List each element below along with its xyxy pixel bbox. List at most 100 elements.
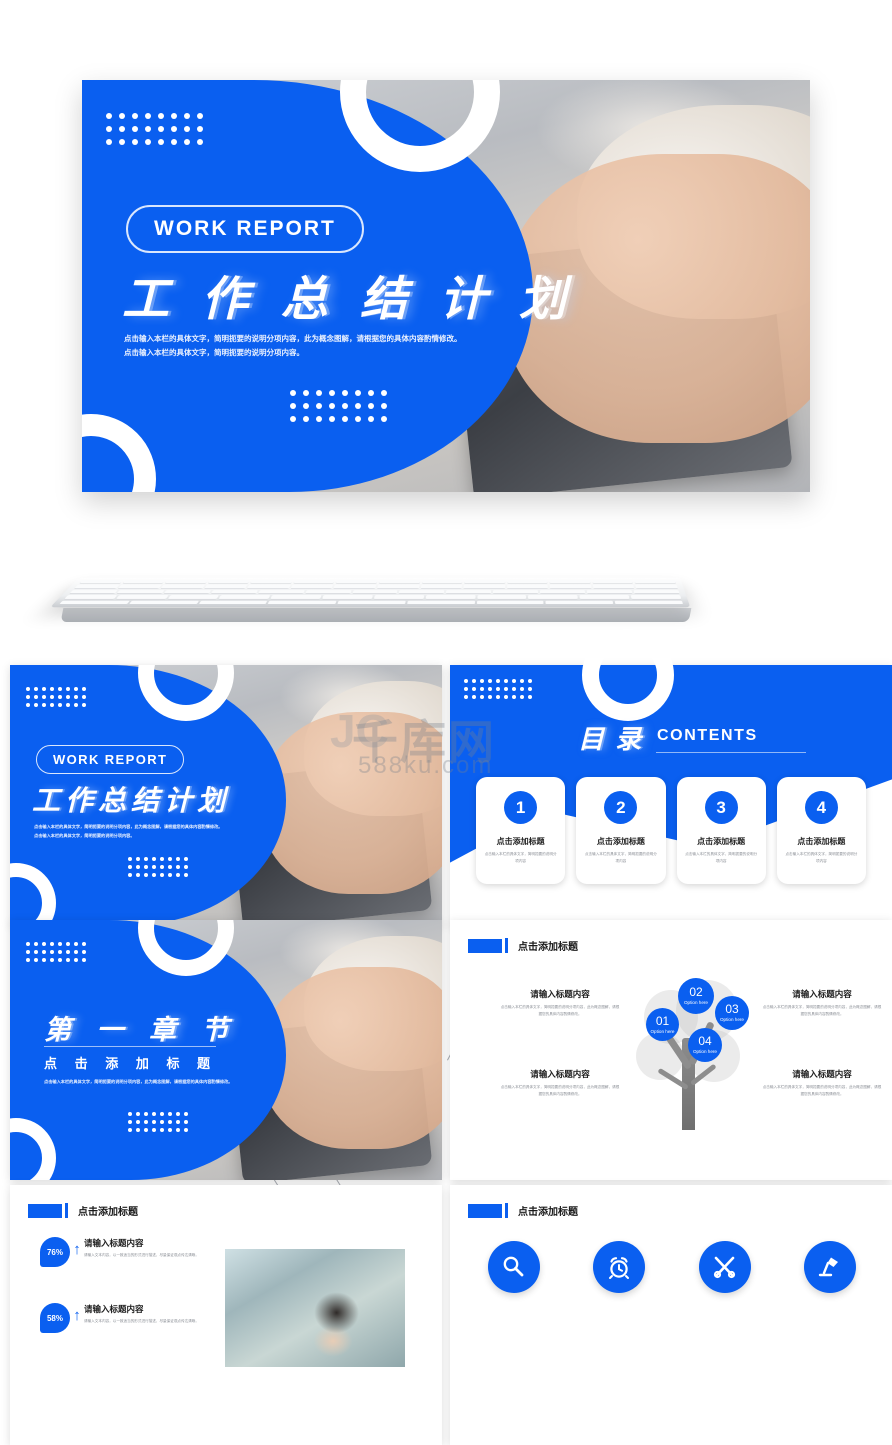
contents-card-number: 2 bbox=[604, 791, 638, 824]
stats-header: 点击添加标题 bbox=[28, 1203, 138, 1218]
tree-column-body: 点击输入本栏的具体文字，简明扼要的说明分项内容，此为概念图解，请根据您的具体内容… bbox=[500, 1005, 620, 1017]
contents-card-3[interactable]: 3 点击添加标题点击输入本栏的具体文字，简明扼要的说明分项内容 bbox=[676, 777, 766, 884]
cover-subtitle-line2: 点击输入本栏的具体文字，简明扼要的说明分项内容。 bbox=[34, 832, 135, 838]
chapter-photo-subject bbox=[260, 966, 442, 1149]
dot-grid-top bbox=[464, 679, 532, 699]
contents-card-list: 1 点击添加标题点击输入本栏的具体文字，简明扼要的说明分项内容 2 点击添加标题点击输… bbox=[476, 777, 866, 884]
hero-cover-slide: WORK REPORT 工 作 总 结 计 划 点击输入本栏的具体文字，简明扼要… bbox=[82, 80, 810, 492]
slide-thumb-icons[interactable]: 点击添加标题 bbox=[450, 1185, 892, 1445]
contents-rule bbox=[656, 752, 806, 753]
icons-header-label: 点击添加标题 bbox=[518, 1207, 578, 1218]
hero-badge: WORK REPORT bbox=[126, 205, 364, 253]
stats-photo bbox=[225, 1249, 405, 1367]
contents-card-2[interactable]: 2 点击添加标题点击输入本栏的具体文字，简明扼要的说明分项内容 bbox=[576, 777, 666, 884]
stats-row-title: 请输入标题内容 bbox=[84, 1238, 144, 1248]
tree-column-body: 点击输入本栏的具体文字，简明扼要的说明分项内容，此为概念图解，请根据您的具体内容… bbox=[762, 1085, 882, 1097]
tree-circle-number: 01 bbox=[655, 1013, 670, 1028]
slide-thumb-cover[interactable]: WORK REPORT 工作总结计划 点击输入本栏的具体文字，简明扼要的说明分项… bbox=[10, 665, 442, 925]
tree-circle-number: 02 bbox=[689, 985, 703, 1000]
cover-photo-subject bbox=[260, 711, 442, 894]
chapter-rule bbox=[44, 1046, 216, 1047]
tree-column-title: 请输入标题内容 bbox=[792, 989, 852, 999]
contents-card-title: 点击添加标题 bbox=[496, 837, 545, 846]
contents-card-body: 点击输入本栏的具体文字，简明扼要的说明分项内容 bbox=[785, 852, 858, 863]
tree-circle-caption: Option here bbox=[650, 1028, 675, 1034]
tree-column-body: 点击输入本栏的具体文字，简明扼要的说明分项内容，此为概念图解，请根据您的具体内容… bbox=[500, 1085, 620, 1097]
keyboard-mockup bbox=[50, 577, 691, 608]
contents-card-title: 点击添加标题 bbox=[596, 837, 645, 846]
tree-column-top-left: 请输入标题内容点击输入本栏的具体文字，简明扼要的说明分项内容，此为概念图解，请根… bbox=[500, 988, 620, 1018]
tree-circle-caption: Option here bbox=[692, 1049, 717, 1055]
contents-card-1[interactable]: 1 点击添加标题点击输入本栏的具体文字，简明扼要的说明分项内容 bbox=[476, 777, 566, 884]
stats-trend-arrow: ↑ bbox=[73, 1307, 81, 1324]
tools-icon bbox=[713, 1256, 735, 1279]
contents-title-en: CONTENTS bbox=[657, 727, 758, 744]
header-block-icon bbox=[468, 938, 502, 953]
contents-card-4[interactable]: 4 点击添加标题 点击输入本栏的具体文字，简明扼要的说明分项内容 bbox=[776, 777, 866, 884]
stats-text: 请输入标题内容请输入文本内容，以一致适当的形式进行描述，尽量保证观点传达清晰。 bbox=[84, 1237, 222, 1259]
dot-grid-top bbox=[26, 687, 86, 707]
contents-card-body: 点击输入本栏的具体文字，简明扼要的说明分项内容 bbox=[484, 852, 557, 863]
dot-grid-bottom bbox=[290, 390, 387, 422]
tree-circle-03[interactable]: 03 Option here bbox=[715, 996, 749, 1030]
contents-card-number: 4 bbox=[804, 791, 838, 824]
cover-badge: WORK REPORT bbox=[36, 745, 185, 774]
contents-card-number: 3 bbox=[704, 791, 738, 824]
stats-row: 76% ↑ 请输入标题内容 请输入文本内容，以一致适当的形式进行描述，尽量保证观点传达… bbox=[40, 1237, 222, 1267]
contents-title-cn: 目 录 bbox=[578, 724, 644, 754]
stats-text: 请输入标题内容 请输入文本内容，以一致适当的形式进行描述，尽量保证观点传达清晰。 bbox=[84, 1303, 222, 1325]
slide-thumb-contents[interactable]: 目 录 CONTENTS 1 点击添加标题点击输入本栏的具体文字，简明扼要的说明分… bbox=[450, 629, 892, 925]
chapter-title: 第 一 章 节 bbox=[44, 1015, 238, 1045]
slide-thumb-tree[interactable]: 点击添加标题 01 Option here 02 Option here 03 Opt… bbox=[450, 920, 892, 1180]
chapter-description: 点击输入本栏的具体文字，简明扼要的说明分项内容，此为概念图解，请根据您的具体内容… bbox=[44, 1079, 233, 1084]
slide-thumb-chapter[interactable]: 第 一 章 节 点 击 添 加 标 题 点击输入本栏的具体文字，简明扼要的说明分… bbox=[10, 920, 442, 1180]
dot-grid-top bbox=[26, 942, 86, 962]
tree-column-title: 请输入标题内容 bbox=[530, 989, 590, 999]
tree-circle-02[interactable]: 02 Option here bbox=[678, 978, 714, 1014]
tree-circle-caption: Option here bbox=[719, 1017, 744, 1023]
tree-column-body: 点击输入本栏的具体文字，简明扼要的说明分项内容，此为概念图解，请根据您的具体内容… bbox=[762, 1005, 882, 1017]
header-bar-icon bbox=[505, 938, 508, 953]
desk-lamp-icon-button[interactable] bbox=[803, 1241, 856, 1293]
dot-grid-bottom bbox=[128, 857, 188, 877]
tree-header-label: 点击添加标题 bbox=[518, 942, 578, 953]
tree-header: 点击添加标题 bbox=[468, 938, 578, 953]
header-bar-icon bbox=[65, 1203, 68, 1218]
cover-subtitle-line1: 点击输入本栏的具体文字，简明扼要的说明分项内容，此为概念图解，请根据您的具体内容… bbox=[34, 824, 223, 829]
alarm-clock-icon-button[interactable] bbox=[593, 1241, 646, 1293]
tree-circle-number: 03 bbox=[725, 1002, 739, 1017]
slide-thumb-stats[interactable]: 点击添加标题 76% ↑ 请输入标题内容 请输入文本内容，以一致适当的形式进行描述，尽… bbox=[10, 1185, 442, 1445]
cover-title: 工作总结计划 bbox=[32, 785, 231, 816]
hero-title: 工 作 总 结 计 划 bbox=[122, 272, 574, 327]
header-block-icon bbox=[28, 1203, 62, 1218]
tree-circle-01[interactable]: 01 Option here bbox=[646, 1008, 679, 1041]
keyboard-keys bbox=[58, 580, 684, 605]
stats-header-label: 点击添加标题 bbox=[78, 1207, 138, 1218]
tools-icon-button[interactable] bbox=[698, 1241, 751, 1293]
tree-column-title: 请输入标题内容 bbox=[792, 1069, 852, 1079]
search-icon-button[interactable] bbox=[488, 1241, 540, 1293]
tree-column-title: 请输入标题内容 bbox=[530, 1069, 590, 1079]
desk-lamp-icon bbox=[818, 1257, 838, 1277]
keyboard-base bbox=[60, 608, 692, 622]
dot-grid-top bbox=[106, 113, 203, 145]
hero-subtitle: 点击输入本栏的具体文字，简明扼要的说明分项内容，此为概念图解，请根据您的具体内容… bbox=[124, 332, 724, 361]
contents-card-body: 点击输入本栏的具体文字，简明扼要的说明分项内容 bbox=[584, 852, 657, 863]
device-mockups bbox=[0, 520, 892, 1286]
contents-card-body: 点击输入本栏的具体文字，简明扼要的说明分项内容 bbox=[685, 852, 758, 863]
stats-row-title: 请输入标题内容 bbox=[84, 1304, 144, 1314]
icons-header: 点击添加标题 bbox=[468, 1203, 578, 1218]
header-bar-icon bbox=[505, 1203, 508, 1218]
icon-circle-row bbox=[488, 1241, 856, 1293]
stats-row-body: 请输入文本内容，以一致适当的形式进行描述，尽量保证观点传达清晰。 bbox=[84, 1253, 199, 1257]
tree-circle-04[interactable]: 04 Option here bbox=[688, 1028, 722, 1062]
hero-subtitle-line1: 点击输入本栏的具体文字，简明扼要的说明分项内容，此为概念图解，请根据您的具体内容… bbox=[124, 334, 462, 343]
header-block-icon bbox=[468, 1203, 502, 1218]
chapter-subtitle: 点 击 添 加 标 题 bbox=[44, 1056, 218, 1071]
contents-card-number: 1 bbox=[504, 791, 538, 824]
stats-trend-arrow: ↑ bbox=[73, 1241, 81, 1258]
contents-card-title: 点击添加标题 bbox=[697, 837, 746, 846]
search-icon bbox=[503, 1256, 524, 1277]
stats-row: 58% ↑ 请输入标题内容 请输入文本内容，以一致适当的形式进行描述，尽量保证观点传达… bbox=[40, 1303, 222, 1333]
decorative-ring-top bbox=[582, 629, 674, 721]
